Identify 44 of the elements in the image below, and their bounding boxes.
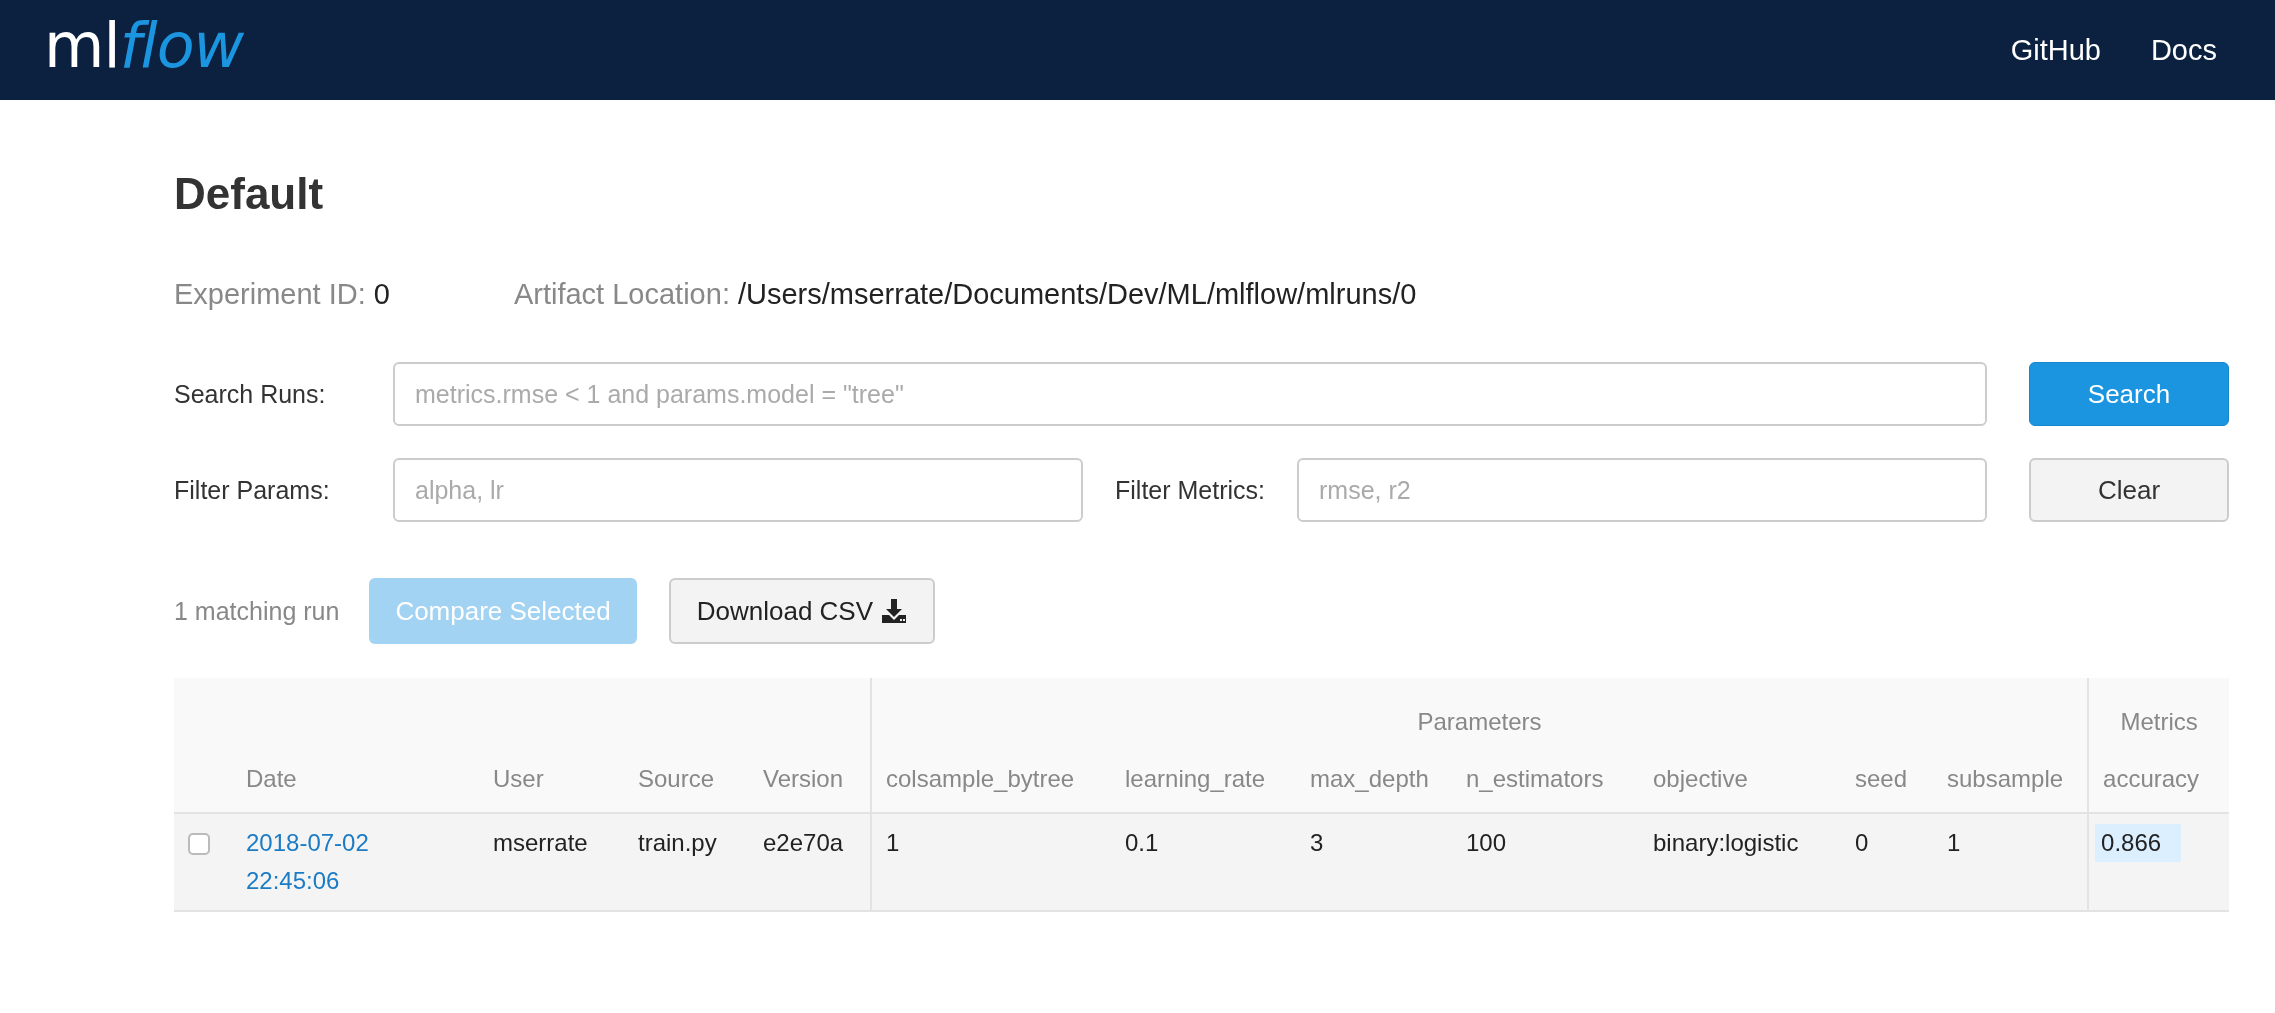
column-group-header: Parameters [871, 678, 2089, 746]
artifact-location-label: Artifact Location: [513, 277, 730, 312]
column-header: n_estimators [1452, 746, 1639, 813]
filter-metrics-label: Filter Metrics: [1115, 475, 1265, 505]
column-header: max_depth [1296, 746, 1452, 813]
column-header: subsample [1933, 746, 2089, 813]
table-cell: 1 [1933, 813, 2089, 911]
row-checkbox[interactable] [188, 833, 210, 855]
table-cell: 3 [1296, 813, 1452, 911]
table-cell: 100 [1452, 813, 1639, 911]
table-cell: train.py [624, 813, 749, 911]
search-runs-field[interactable]: metrics.rmse < 1 and params.model = "tree" [393, 362, 1987, 426]
metric-value: 0.866 [2095, 824, 2182, 862]
mlflow-logo[interactable]: mlflow [44, 15, 244, 77]
column-group-header: Metrics [2088, 678, 2230, 746]
table-cell: e2e70a [749, 813, 871, 911]
experiment-id: 0 [373, 277, 390, 312]
artifact-location: /Users/mserrate/Documents/Dev/ML/mlflow/mlruns/0 [737, 277, 1417, 312]
download-icon [881, 598, 908, 624]
clear-button[interactable]: Clear [2029, 458, 2229, 522]
table-cell: 0.1 [1111, 813, 1296, 911]
nav-link[interactable]: GitHub [2010, 33, 2101, 67]
filter-params-field[interactable]: alpha, lr [393, 458, 1083, 522]
table-cell: 0 [1841, 813, 1933, 911]
column-header: objective [1639, 746, 1841, 813]
column-header: learning_rate [1111, 746, 1296, 813]
filter-metrics-field[interactable]: rmse, r2 [1297, 458, 1987, 522]
column-header: seed [1841, 746, 1933, 813]
column-header: accuracy [2088, 746, 2230, 813]
download-csv-button[interactable]: Download CSV [668, 578, 936, 644]
experiment-title: Default [174, 168, 325, 220]
column-header: User [479, 746, 624, 813]
table-cell: binary:logistic [1639, 813, 1841, 911]
table-cell: mserrate [479, 813, 624, 911]
nav-link[interactable]: Docs [2150, 33, 2217, 67]
filter-params-label: Filter Params: [174, 475, 331, 505]
column-header: Date [232, 746, 479, 813]
matching-runs-count: 1 matching run [174, 596, 340, 626]
experiment-id-label: Experiment ID: [174, 277, 366, 312]
column-header: Source [624, 746, 749, 813]
column-header: colsample_bytree [871, 746, 1111, 813]
search-runs-label: Search Runs: [174, 379, 327, 409]
column-header: Version [749, 746, 871, 813]
table-cell: 1 [871, 813, 1111, 911]
